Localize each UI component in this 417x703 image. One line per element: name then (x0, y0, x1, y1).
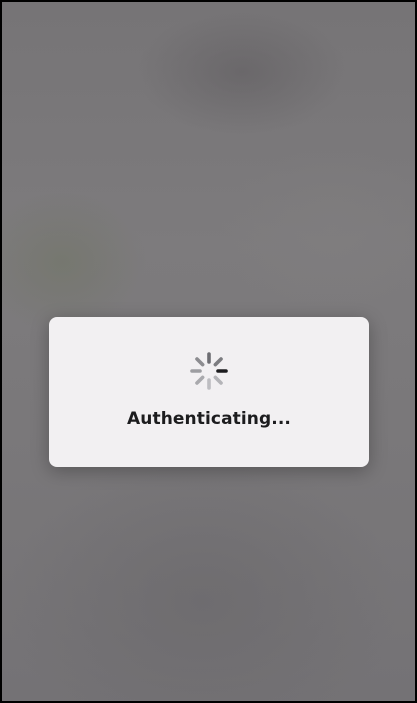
authenticating-dialog: Authenticating... (49, 317, 369, 467)
device-screen: Authenticating... (2, 2, 415, 701)
activity-spinner-icon (189, 351, 229, 391)
authenticating-message: Authenticating... (127, 409, 291, 429)
spinner-graphic (190, 352, 228, 390)
